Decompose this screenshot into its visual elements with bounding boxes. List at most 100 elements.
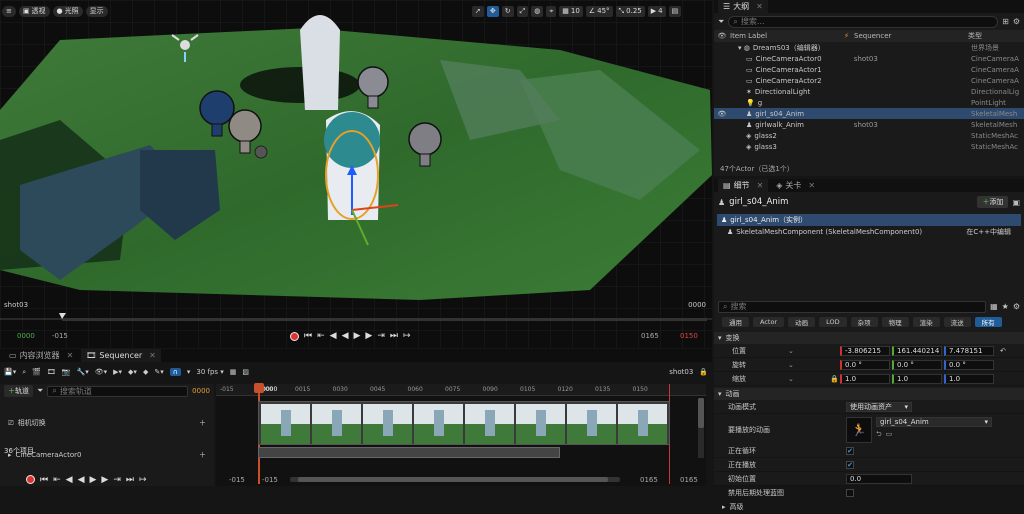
search-icon[interactable]: ⌕ xyxy=(22,368,26,377)
location-y-field[interactable]: 161.440214 xyxy=(892,345,942,356)
skip-start-icon[interactable]: ⏮ xyxy=(40,475,48,485)
anim-thumbnail[interactable]: 🏃 xyxy=(846,417,872,443)
scrollbar-thumb[interactable] xyxy=(698,398,704,428)
view-start-frame[interactable]: -015 xyxy=(229,476,245,484)
category-button[interactable]: 流送 xyxy=(943,317,971,327)
outliner-row[interactable]: ▭ CineCameraActor1 CineCameraA xyxy=(714,64,1024,75)
world-space-button[interactable]: ◍ xyxy=(531,5,544,17)
animation-section-header[interactable]: ▾ 动画 xyxy=(714,388,1024,400)
initial-position-field[interactable]: 0.0 xyxy=(846,473,912,484)
vertical-scrollbar[interactable] xyxy=(698,398,704,458)
lock-icon[interactable]: 🔒 xyxy=(699,368,708,376)
star-icon[interactable]: ★ xyxy=(1002,302,1009,311)
chevron-down-icon[interactable]: ⌄ xyxy=(788,375,830,383)
category-button[interactable]: 通用 xyxy=(722,317,749,327)
play-icon[interactable]: ▶ xyxy=(354,331,361,341)
details-search-input[interactable]: ⌕ 搜索 xyxy=(718,300,987,313)
prev-frame-icon[interactable]: ◀ xyxy=(66,475,73,485)
outliner-row[interactable]: 👁 ♟ girl_s04_Anim SkeletalMesh xyxy=(714,108,1024,119)
camera-gizmo-icon[interactable] xyxy=(254,145,268,159)
advanced-row[interactable]: ▸ 高级 xyxy=(714,500,1024,514)
col-type[interactable]: 类型 xyxy=(968,31,1024,41)
category-button[interactable]: 渲染 xyxy=(912,317,940,327)
key-icon[interactable]: ◆▾ xyxy=(128,368,137,376)
actor-name[interactable]: girl_s04_Anim xyxy=(729,197,973,207)
prev-frame-icon[interactable]: ◀ xyxy=(330,331,337,341)
record-icon[interactable] xyxy=(290,331,299,341)
select-mode-button[interactable]: ➚ xyxy=(472,5,484,17)
rotation-y-field[interactable]: 0.0 ° xyxy=(892,359,942,370)
outliner-row[interactable]: 💡 g PointLight xyxy=(714,97,1024,108)
work-start-frame[interactable]: -015 xyxy=(262,476,278,484)
tab-levels[interactable]: ◈ 关卡 ✕ xyxy=(771,179,821,192)
render-icon[interactable]: 🎬 xyxy=(32,368,41,376)
scale-snap-button[interactable]: ⤡ 0.25 xyxy=(615,5,645,17)
rotation-x-field[interactable]: 0.0 ° xyxy=(840,359,890,370)
tab-sequencer[interactable]: 🎞 Sequencer ✕ xyxy=(81,349,161,362)
film-icon[interactable]: 🎞 xyxy=(47,368,56,376)
perspective-button[interactable]: ▣ 透视 xyxy=(18,5,50,17)
close-icon[interactable]: ✕ xyxy=(756,2,763,11)
transform-section-header[interactable]: ▾ 变换 xyxy=(714,332,1024,344)
tab-content-browser[interactable]: ▭ 内容浏览器 ✕ xyxy=(4,349,79,362)
scale-x-field[interactable]: 1.0 xyxy=(840,373,890,384)
category-button[interactable]: 物理 xyxy=(881,317,909,327)
prev-key-icon[interactable]: ⇤ xyxy=(53,475,61,485)
surface-snap-button[interactable]: ⌖ xyxy=(546,5,557,17)
save-icon[interactable]: 💾▾ xyxy=(4,368,16,376)
component-instance-row[interactable]: ♟ girl_s04_Anim（实例） xyxy=(717,214,1021,226)
category-button[interactable]: Actor xyxy=(753,317,785,327)
playing-checkbox[interactable]: ✔ xyxy=(846,460,854,469)
lit-button[interactable]: ● 光照 xyxy=(52,5,83,17)
next-frame-icon[interactable]: ▶ xyxy=(365,331,372,341)
tools-icon[interactable]: 🔧▾ xyxy=(76,368,88,376)
show-button[interactable]: 显示 xyxy=(85,5,108,17)
close-icon[interactable]: ✕ xyxy=(149,351,156,360)
skip-end-icon[interactable]: ⏭ xyxy=(390,331,398,341)
looping-checkbox[interactable]: ✔ xyxy=(846,446,854,455)
level-viewport[interactable]: ≡ ▣ 透视 ● 光照 显示 ➚ ✥ ↻ ⤢ ◍ ⌖ ▦ 10 ∠ 45° ⤡ 0.25 … xyxy=(0,0,712,348)
col-sequencer[interactable]: Sequencer xyxy=(854,32,968,40)
outliner-search-input[interactable]: ⌕ 搜索... xyxy=(728,15,999,28)
add-icon[interactable]: ＋ xyxy=(199,450,206,460)
playback-options-icon[interactable]: ▶▾ xyxy=(113,368,122,376)
next-key-icon[interactable]: ⇥ xyxy=(377,331,385,341)
record-icon[interactable] xyxy=(26,475,35,484)
tab-outliner[interactable]: ☰ 大纲 ✕ xyxy=(718,0,768,13)
folder-icon[interactable]: ▭ xyxy=(886,430,893,441)
component-row[interactable]: ♟ SkeletalMeshComponent (SkeletalMeshComp… xyxy=(717,226,1021,238)
rotation-z-field[interactable]: 0.0 ° xyxy=(944,359,994,370)
reset-icon[interactable]: ↶ xyxy=(1000,347,1006,355)
time-ruler[interactable]: -015 0000 0015 0030 0045 0060 0075 0090 0105 0120… xyxy=(216,384,706,396)
current-frame-field[interactable]: 0000 xyxy=(192,387,210,395)
browse-icon[interactable]: ⮌ xyxy=(876,430,882,441)
loop-icon[interactable]: ↦ xyxy=(403,331,411,341)
play-icon[interactable]: ▶ xyxy=(90,475,97,485)
location-z-field[interactable]: 7.478151 xyxy=(944,345,994,356)
anim-mode-select[interactable]: 使用动画资产 ▾ xyxy=(846,401,912,412)
edit-in-cpp-link[interactable]: 在C++中编辑 xyxy=(966,227,1011,237)
scrollbar-thumb[interactable] xyxy=(298,477,608,482)
play-reverse-icon[interactable]: ◀ xyxy=(78,475,85,485)
category-button[interactable]: LOD xyxy=(819,317,847,327)
fps-select[interactable]: 30 fps ▾ xyxy=(196,368,223,376)
viewport-layout-button[interactable]: ▤ xyxy=(668,5,682,17)
snap-icon[interactable]: ∩ xyxy=(169,368,181,376)
timeline-area[interactable]: -015 0000 0015 0030 0045 0060 0075 0090 0105 0120… xyxy=(216,383,706,486)
scale-mode-button[interactable]: ⤢ xyxy=(516,5,529,17)
filter-icon[interactable]: ⏷ xyxy=(37,386,43,396)
close-icon[interactable]: ✕ xyxy=(757,181,764,190)
grid-snap-button[interactable]: ▦ 10 xyxy=(559,5,583,17)
outliner-row[interactable]: ▾ ◍ DreamS03（编辑器） 世界场景 xyxy=(714,42,1024,53)
filter-icon[interactable]: ⏷ xyxy=(718,17,724,27)
tab-details[interactable]: ▤ 细节 ✕ xyxy=(718,179,769,192)
prev-key-icon[interactable]: ⇤ xyxy=(317,331,325,341)
scene-render[interactable] xyxy=(0,0,712,348)
anim-asset-select[interactable]: girl_s04_Anim ▾ xyxy=(876,417,992,427)
camera-speed-button[interactable]: ▶ 4 xyxy=(647,5,666,17)
outliner-row[interactable]: ▭ CineCameraActor0 shot03 CineCameraA xyxy=(714,53,1024,64)
translate-mode-button[interactable]: ✥ xyxy=(486,5,499,17)
rotation-snap-button[interactable]: ∠ 45° xyxy=(585,5,613,17)
playhead-handle[interactable] xyxy=(254,383,264,393)
outliner-row[interactable]: ▭ CineCameraActor2 CineCameraA xyxy=(714,75,1024,86)
